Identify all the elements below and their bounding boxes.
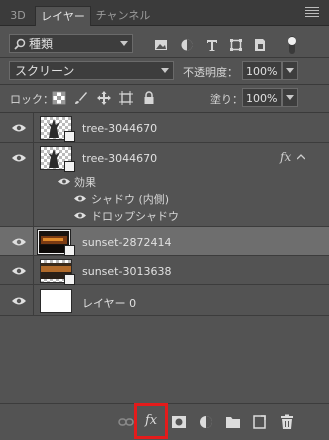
- smart-object-badge-icon: [64, 274, 75, 285]
- layer-name: sunset-2872414: [82, 236, 172, 249]
- tab-layers[interactable]: レイヤー: [35, 6, 91, 26]
- visibility-eye-icon[interactable]: [74, 194, 86, 203]
- opacity-input[interactable]: 100%: [242, 61, 282, 80]
- new-group-icon[interactable]: [224, 413, 242, 431]
- fill-label: 塗り：: [210, 93, 243, 106]
- adjustment-filter-icon[interactable]: [180, 38, 194, 52]
- visibility-eye-icon[interactable]: [12, 237, 26, 247]
- smart-object-badge-icon: [64, 245, 75, 256]
- filter-kind-select[interactable]: 種類: [9, 34, 133, 53]
- layer-name: tree-3044670: [82, 152, 158, 165]
- layer-row[interactable]: レイヤー 0: [0, 285, 329, 316]
- divider: [0, 57, 329, 58]
- layers-list: tree-3044670 tree-3044670 fx 効果 シャドウ (内側…: [0, 113, 329, 403]
- blend-mode-select[interactable]: スクリーン: [9, 61, 174, 80]
- visibility-eye-icon[interactable]: [58, 177, 70, 186]
- layer-name: sunset-3013638: [82, 265, 172, 278]
- tab-channels[interactable]: チャンネル: [92, 6, 154, 25]
- visibility-eye-icon[interactable]: [12, 296, 26, 306]
- divider: [0, 84, 329, 85]
- lock-artboard-icon[interactable]: [119, 91, 133, 105]
- smart-object-badge-icon: [64, 131, 75, 142]
- layer-row[interactable]: sunset-3013638: [0, 256, 329, 285]
- fill-dropdown[interactable]: [282, 88, 298, 107]
- effect-inner-shadow[interactable]: シャドウ (内側): [91, 191, 169, 207]
- layer-name: レイヤー 0: [82, 297, 137, 310]
- visibility-eye-icon[interactable]: [74, 211, 86, 220]
- lock-image-pixels-icon[interactable]: [74, 91, 88, 105]
- search-icon: [14, 38, 26, 50]
- type-filter-icon[interactable]: [205, 38, 219, 52]
- chevron-down-icon: [161, 68, 169, 73]
- opacity-dropdown[interactable]: [282, 61, 298, 80]
- filter-row: 種類: [0, 31, 329, 55]
- fx-button-highlight: [134, 403, 168, 439]
- layer-thumbnail: [40, 289, 72, 313]
- adjustment-layer-icon[interactable]: [197, 413, 215, 431]
- lock-transparent-pixels-icon[interactable]: [52, 91, 66, 105]
- shape-filter-icon[interactable]: [229, 38, 243, 52]
- opacity-label: 不透明度：: [183, 66, 238, 79]
- smart-object-badge-icon: [64, 161, 75, 172]
- opacity-value: 100%: [246, 65, 278, 78]
- layer-row[interactable]: tree-3044670: [0, 113, 329, 143]
- chevron-down-icon: [286, 68, 294, 73]
- blend-row: スクリーン 不透明度： 100%: [0, 59, 329, 83]
- layer-row-selected[interactable]: sunset-2872414: [0, 227, 329, 256]
- fill-value: 100%: [246, 92, 278, 105]
- lock-label: ロック：: [10, 93, 54, 106]
- panel-menu-icon[interactable]: [305, 5, 319, 19]
- effects-label: 効果: [74, 176, 96, 189]
- lock-row: ロック： 塗り： 100%: [0, 86, 329, 110]
- fill-input[interactable]: 100%: [242, 88, 282, 107]
- add-mask-icon[interactable]: [170, 413, 188, 431]
- chevron-down-icon: [120, 41, 128, 46]
- smart-object-filter-icon[interactable]: [253, 38, 267, 52]
- chevron-down-icon: [286, 95, 294, 100]
- new-layer-icon[interactable]: [251, 413, 269, 431]
- layer-name: tree-3044670: [82, 122, 158, 135]
- delete-layer-icon[interactable]: [278, 413, 296, 431]
- visibility-eye-icon[interactable]: [12, 153, 26, 163]
- lock-position-icon[interactable]: [97, 91, 111, 105]
- filter-toggle-icon[interactable]: [286, 35, 298, 55]
- chevron-up-icon[interactable]: [297, 154, 305, 160]
- tab-3d[interactable]: 3D: [7, 6, 29, 25]
- blend-mode-value: スクリーン: [15, 64, 75, 78]
- layer-row[interactable]: tree-3044670 fx 効果 シャドウ (内側) ドロップシャドウ: [0, 143, 329, 227]
- visibility-eye-icon[interactable]: [12, 123, 26, 133]
- link-layers-icon[interactable]: [117, 413, 135, 431]
- visibility-eye-icon[interactable]: [12, 266, 26, 276]
- lock-all-icon[interactable]: [142, 91, 156, 105]
- effect-drop-shadow[interactable]: ドロップシャドウ: [91, 208, 179, 224]
- filter-kind-label: 種類: [29, 37, 54, 51]
- panel-tab-bar: 3D レイヤー チャンネル: [0, 0, 329, 26]
- image-filter-icon[interactable]: [154, 38, 168, 52]
- fx-icon[interactable]: fx: [280, 150, 291, 164]
